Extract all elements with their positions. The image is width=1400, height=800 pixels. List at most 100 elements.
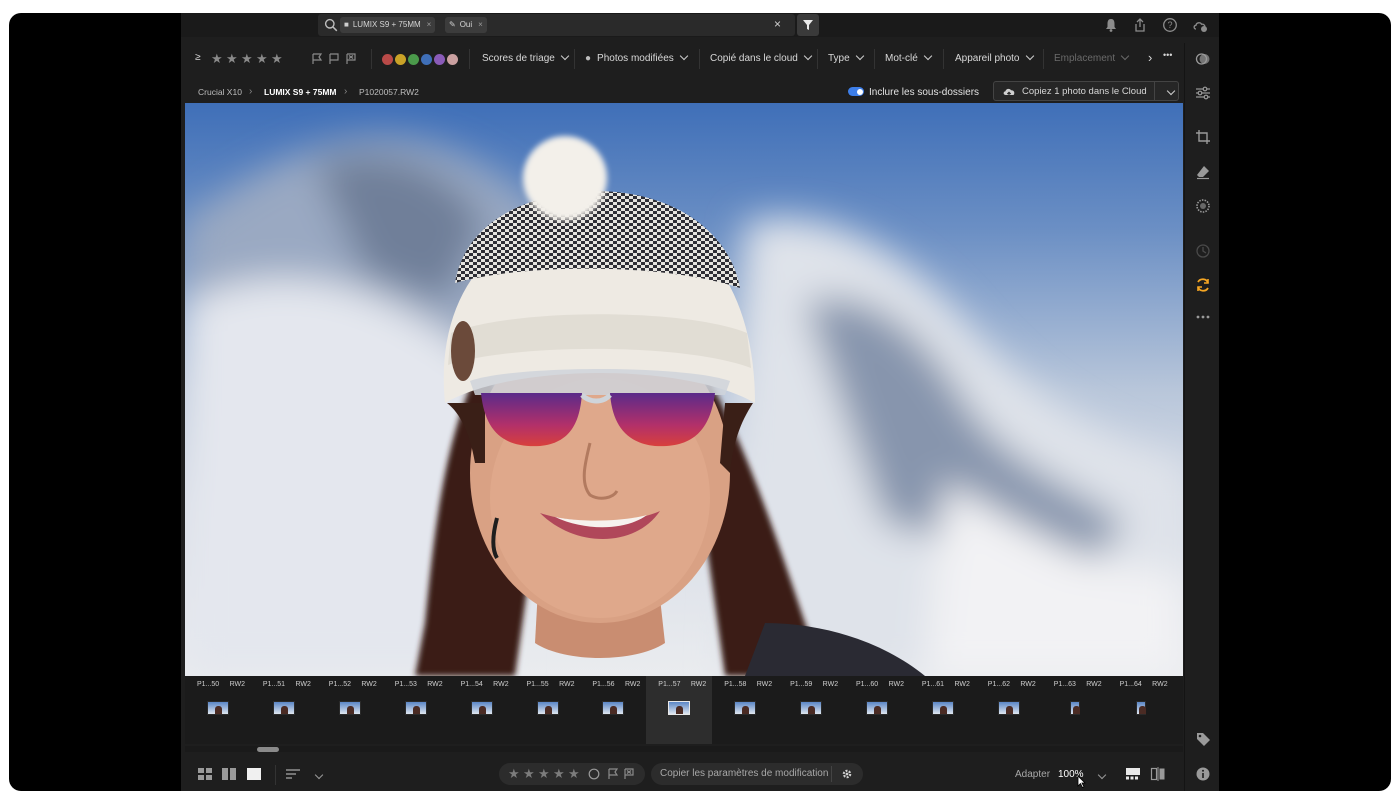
share-icon[interactable]	[1132, 17, 1148, 33]
filter-chip-folder[interactable]: ■ LUMIX S9 + 75MM ×	[340, 17, 436, 33]
filmstrip-thumbnail[interactable]: P1...60 RW2	[844, 676, 910, 744]
search-icon[interactable]	[324, 18, 338, 32]
copy-edit-settings-button[interactable]: Copier les paramètres de modification	[660, 768, 828, 779]
crop-icon[interactable]	[1195, 129, 1211, 145]
history-icon[interactable]	[1195, 243, 1211, 259]
svg-text:?: ?	[1167, 20, 1172, 30]
grid-view-icon[interactable]	[197, 767, 213, 781]
filmstrip-thumbnail[interactable]: P1...56 RW2	[580, 676, 646, 744]
chip-close-icon[interactable]: ×	[427, 20, 432, 29]
copy-to-cloud-button[interactable]: Copiez 1 photo dans le Cloud	[993, 81, 1179, 101]
rating-star-3[interactable]: ★	[538, 766, 550, 782]
thumbnail-subject	[346, 706, 354, 714]
thumbnail-subject	[478, 706, 486, 714]
dropdown-edited-photos[interactable]: ● Photos modifiées	[585, 51, 689, 64]
clear-rating-icon[interactable]	[588, 768, 600, 780]
flag-reject-icon[interactable]	[623, 768, 635, 780]
info-icon[interactable]	[1195, 766, 1211, 782]
color-label-red[interactable]	[382, 54, 393, 65]
dropdown-copied-to-cloud[interactable]: Copié dans le cloud	[710, 51, 813, 64]
compare-view-icon[interactable]	[1150, 767, 1166, 781]
filmstrip-thumbnail[interactable]: P1...64 RW2	[1108, 676, 1174, 744]
bell-icon[interactable]	[1103, 17, 1119, 33]
star-filter-5[interactable]: ★	[271, 51, 283, 67]
star-filter-1[interactable]: ★	[211, 51, 223, 67]
more-options-icon[interactable]: •••	[1163, 50, 1172, 60]
filter-button[interactable]	[797, 14, 819, 36]
filmstrip-thumbnail[interactable]: P1...58 RW2	[712, 676, 778, 744]
breadcrumb-separator: ›	[344, 86, 348, 97]
dropdown-triage-scores[interactable]: Scores de triage	[482, 51, 570, 64]
zoom-chevron-down-icon[interactable]	[1092, 767, 1107, 785]
square-grid-view-icon[interactable]	[221, 767, 237, 781]
breadcrumb-file: P1020057.RW2	[359, 87, 419, 97]
chip-close-icon[interactable]: ×	[478, 20, 483, 29]
more-tools-icon[interactable]	[1195, 309, 1211, 325]
star-filter-4[interactable]: ★	[256, 51, 268, 67]
filmstrip-thumbnail[interactable]: P1...62 RW2	[976, 676, 1042, 744]
thumbnail-extension: RW2	[756, 681, 773, 688]
rating-comparator[interactable]: ≥	[195, 52, 201, 63]
rating-star-2[interactable]: ★	[523, 766, 535, 782]
filmstrip-thumbnail[interactable]: P1...52 RW2	[317, 676, 383, 744]
sort-chevron-down-icon[interactable]	[309, 767, 324, 785]
filmstrip-thumbnail[interactable]: P1...51 RW2	[251, 676, 317, 744]
color-label-yellow[interactable]	[395, 54, 406, 65]
thumbnail-filename: P1...57	[658, 681, 681, 688]
sync-icon[interactable]	[1195, 277, 1211, 293]
edit-sliders-icon[interactable]	[1195, 85, 1211, 101]
copy-edit-settings-control: Copier les paramètres de modification	[651, 763, 863, 785]
flag-pick-icon[interactable]	[607, 768, 619, 780]
filmstrip-thumbnail[interactable]: P1...55 RW2	[515, 676, 581, 744]
thumbnail-filename: P1...50	[197, 681, 220, 688]
filmstrip-scrollbar[interactable]	[185, 746, 1183, 752]
color-label-none[interactable]	[447, 54, 458, 65]
presets-icon[interactable]	[1195, 51, 1211, 67]
chevron-down-icon[interactable]	[1161, 83, 1176, 101]
dropdown-keyword[interactable]: Mot-clé	[885, 51, 933, 64]
filmstrip-thumbnail[interactable]: P1...59 RW2	[778, 676, 844, 744]
filter-chip-edited[interactable]: ✎ Oui ×	[445, 17, 487, 33]
flag-rejected-icon[interactable]	[345, 53, 357, 65]
breadcrumb-folder[interactable]: LUMIX S9 + 75MM	[264, 87, 337, 97]
star-filter-2[interactable]: ★	[226, 51, 238, 67]
filmstrip-thumbnail[interactable]: P1...57 RW2	[646, 676, 713, 744]
help-icon[interactable]: ?	[1162, 17, 1178, 33]
gear-icon[interactable]	[841, 768, 853, 780]
include-subfolders-toggle[interactable]	[848, 87, 864, 96]
filmstrip-thumbnail[interactable]: P1...50 RW2	[185, 676, 251, 744]
search-field[interactable]: ■ LUMIX S9 + 75MM × ✎ Oui × ×	[318, 14, 795, 36]
rating-star-1[interactable]: ★	[508, 766, 520, 782]
clear-search-icon[interactable]: ×	[774, 17, 781, 31]
color-label-blue[interactable]	[421, 54, 432, 65]
filmstrip-thumbnail[interactable]: P1...54 RW2	[449, 676, 515, 744]
scroll-filters-right-icon[interactable]: ›	[1148, 50, 1152, 65]
sort-icon[interactable]	[285, 767, 301, 781]
rating-star-5[interactable]: ★	[568, 766, 580, 782]
main-photo[interactable]	[185, 103, 1183, 676]
thumbnail-image	[207, 701, 229, 715]
zoom-fit-button[interactable]: Adapter	[1015, 769, 1050, 780]
tag-icon[interactable]	[1195, 731, 1211, 747]
breadcrumb-drive[interactable]: Crucial X10	[198, 87, 242, 97]
dropdown-camera[interactable]: Appareil photo	[955, 51, 1034, 64]
detail-view-icon[interactable]	[246, 767, 262, 781]
filmstrip-toggle-icon[interactable]	[1125, 767, 1141, 781]
thumbnail-filename: P1...63	[1053, 681, 1076, 688]
masking-icon[interactable]	[1195, 198, 1211, 214]
scrollbar-thumb[interactable]	[257, 747, 279, 752]
filmstrip-thumbnail[interactable]: P1...53 RW2	[383, 676, 449, 744]
thumbnail-subject	[544, 706, 552, 714]
divider	[1043, 49, 1044, 69]
cloud-sync-icon[interactable]	[1192, 17, 1208, 33]
eraser-icon[interactable]	[1195, 164, 1211, 180]
filmstrip-thumbnail[interactable]: P1...61 RW2	[910, 676, 976, 744]
filmstrip-thumbnail[interactable]: P1...63 RW2	[1042, 676, 1108, 744]
color-label-green[interactable]	[408, 54, 419, 65]
color-label-purple[interactable]	[434, 54, 445, 65]
star-filter-3[interactable]: ★	[241, 51, 253, 67]
flag-unflagged-icon[interactable]	[328, 53, 340, 65]
flag-picked-icon[interactable]	[311, 53, 323, 65]
rating-star-4[interactable]: ★	[553, 766, 565, 782]
dropdown-type[interactable]: Type	[828, 51, 864, 64]
